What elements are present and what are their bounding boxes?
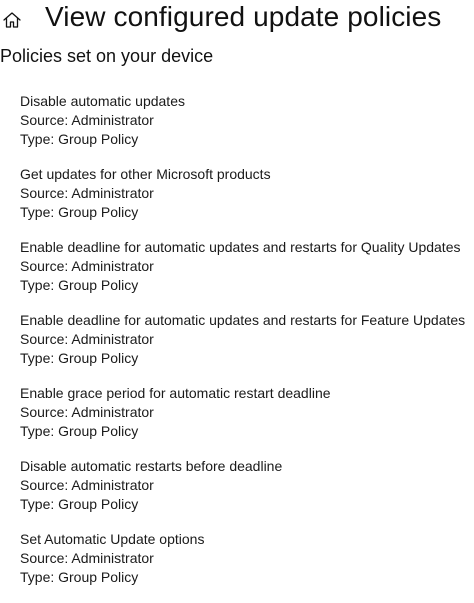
policy-name: Enable deadline for automatic updates an… — [20, 239, 461, 255]
policy-type: Type: Group Policy — [20, 204, 139, 220]
policy-item: Enable deadline for automatic updates an… — [20, 311, 474, 384]
policy-source: Source: Administrator — [20, 112, 154, 128]
policy-source: Source: Administrator — [20, 404, 154, 420]
policy-type: Type: Group Policy — [20, 496, 139, 512]
page-title: View configured update policies — [45, 1, 442, 32]
policy-source: Source: Administrator — [20, 550, 154, 566]
policy-type: Type: Group Policy — [20, 131, 139, 147]
policy-type: Type: Group Policy — [20, 277, 139, 293]
policy-list: Disable automatic updates Source: Admini… — [20, 92, 474, 603]
policy-type: Type: Group Policy — [20, 423, 139, 439]
policy-name: Set Automatic Update options — [20, 531, 205, 547]
policy-source: Source: Administrator — [20, 477, 154, 493]
section-title: Policies set on your device — [0, 46, 214, 66]
policy-item: Set Automatic Update options Source: Adm… — [20, 530, 474, 603]
policy-item: Disable automatic restarts before deadli… — [20, 457, 474, 530]
page-header: View configured update policies — [0, 0, 474, 40]
policy-name: Disable automatic restarts before deadli… — [20, 458, 283, 474]
policy-type: Type: Group Policy — [20, 350, 139, 366]
policy-name: Enable deadline for automatic updates an… — [20, 312, 466, 328]
policy-item: Enable grace period for automatic restar… — [20, 384, 474, 457]
policy-item: Get updates for other Microsoft products… — [20, 165, 474, 238]
policy-source: Source: Administrator — [20, 331, 154, 347]
policy-type: Type: Group Policy — [20, 569, 139, 585]
policy-item: Enable deadline for automatic updates an… — [20, 238, 474, 311]
policy-name: Enable grace period for automatic restar… — [20, 385, 331, 401]
policy-source: Source: Administrator — [20, 258, 154, 274]
policy-source: Source: Administrator — [20, 185, 154, 201]
policy-name: Disable automatic updates — [20, 93, 185, 109]
policy-item: Disable automatic updates Source: Admini… — [20, 92, 474, 165]
policy-name: Get updates for other Microsoft products — [20, 166, 271, 182]
home-icon[interactable] — [2, 10, 22, 30]
